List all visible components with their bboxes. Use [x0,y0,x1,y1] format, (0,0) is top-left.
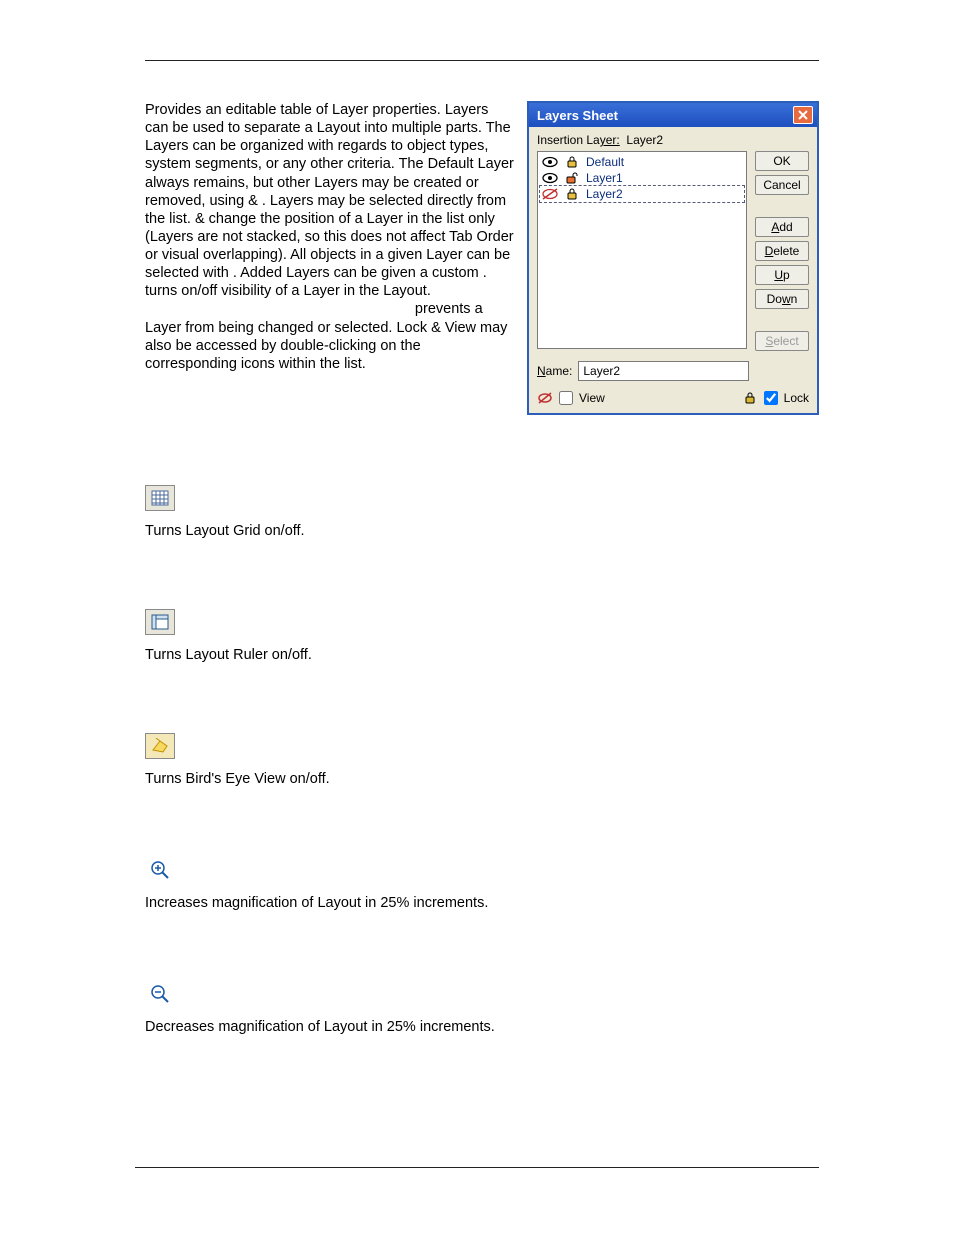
zoomin-desc: Increases magnification of Layout in 25%… [145,895,819,911]
layer-name: Default [586,155,624,169]
lock-icon[interactable] [564,187,580,201]
layer-row[interactable]: Layer2 [540,186,744,202]
lock-group: Lock [742,391,809,405]
cancel-button[interactable]: Cancel [755,175,809,195]
intro-text-2: prevents a Layer from being changed or s… [145,301,511,371]
delete-button[interactable]: Delete [755,241,809,261]
view-checkbox[interactable] [559,391,573,405]
name-label: Name: [537,364,572,378]
dialog-titlebar: Layers Sheet [529,103,817,127]
zoom-in-icon[interactable] [145,857,175,883]
unlock-icon[interactable] [564,171,580,185]
dialog-button-column: OK Cancel Add Delete Up Down Select [755,151,809,351]
intro-text-1: Provides an editable table of Layer prop… [145,102,514,299]
birdseye-icon[interactable] [145,733,175,759]
select-button[interactable]: Select [755,331,809,351]
intro-paragraph: Provides an editable table of Layer prop… [145,101,515,373]
birdseye-desc: Turns Bird's Eye View on/off. [145,771,819,787]
insertion-layer-label: Insertion Layer: Layer2 [537,133,809,147]
layers-sheet-dialog: Layers Sheet Insertion Layer: Layer2 Def… [527,101,819,415]
eye-off-icon [537,391,553,405]
name-row: Name: [537,361,809,381]
lock-checkbox[interactable] [764,391,778,405]
bottom-divider [135,1167,819,1168]
down-button[interactable]: Down [755,289,809,309]
layer-row[interactable]: Default [540,154,744,170]
layer-name: Layer2 [586,187,623,201]
up-button[interactable]: Up [755,265,809,285]
lock-label: Lock [784,391,809,405]
view-label: View [579,391,605,405]
dialog-title: Layers Sheet [537,108,618,123]
top-divider [145,60,819,61]
grid-desc: Turns Layout Grid on/off. [145,523,819,539]
ruler-icon[interactable] [145,609,175,635]
grid-icon[interactable] [145,485,175,511]
eye-icon[interactable] [542,171,558,185]
eye-off-icon[interactable] [542,187,558,201]
layer-name: Layer1 [586,171,623,185]
lock-icon[interactable] [564,155,580,169]
layer-list[interactable]: Default Layer1 Layer2 [537,151,747,349]
close-icon[interactable] [793,106,813,124]
insertion-layer-value: Layer2 [626,133,663,147]
view-group: View [537,391,605,405]
eye-icon[interactable] [542,155,558,169]
zoom-out-icon[interactable] [145,981,175,1007]
ruler-desc: Turns Layout Ruler on/off. [145,647,819,663]
layer-row[interactable]: Layer1 [540,170,744,186]
add-button[interactable]: Add [755,217,809,237]
layer-name-input[interactable] [578,361,749,381]
ok-button[interactable]: OK [755,151,809,171]
lock-icon [742,391,758,405]
zoomout-desc: Decreases magnification of Layout in 25%… [145,1019,819,1035]
